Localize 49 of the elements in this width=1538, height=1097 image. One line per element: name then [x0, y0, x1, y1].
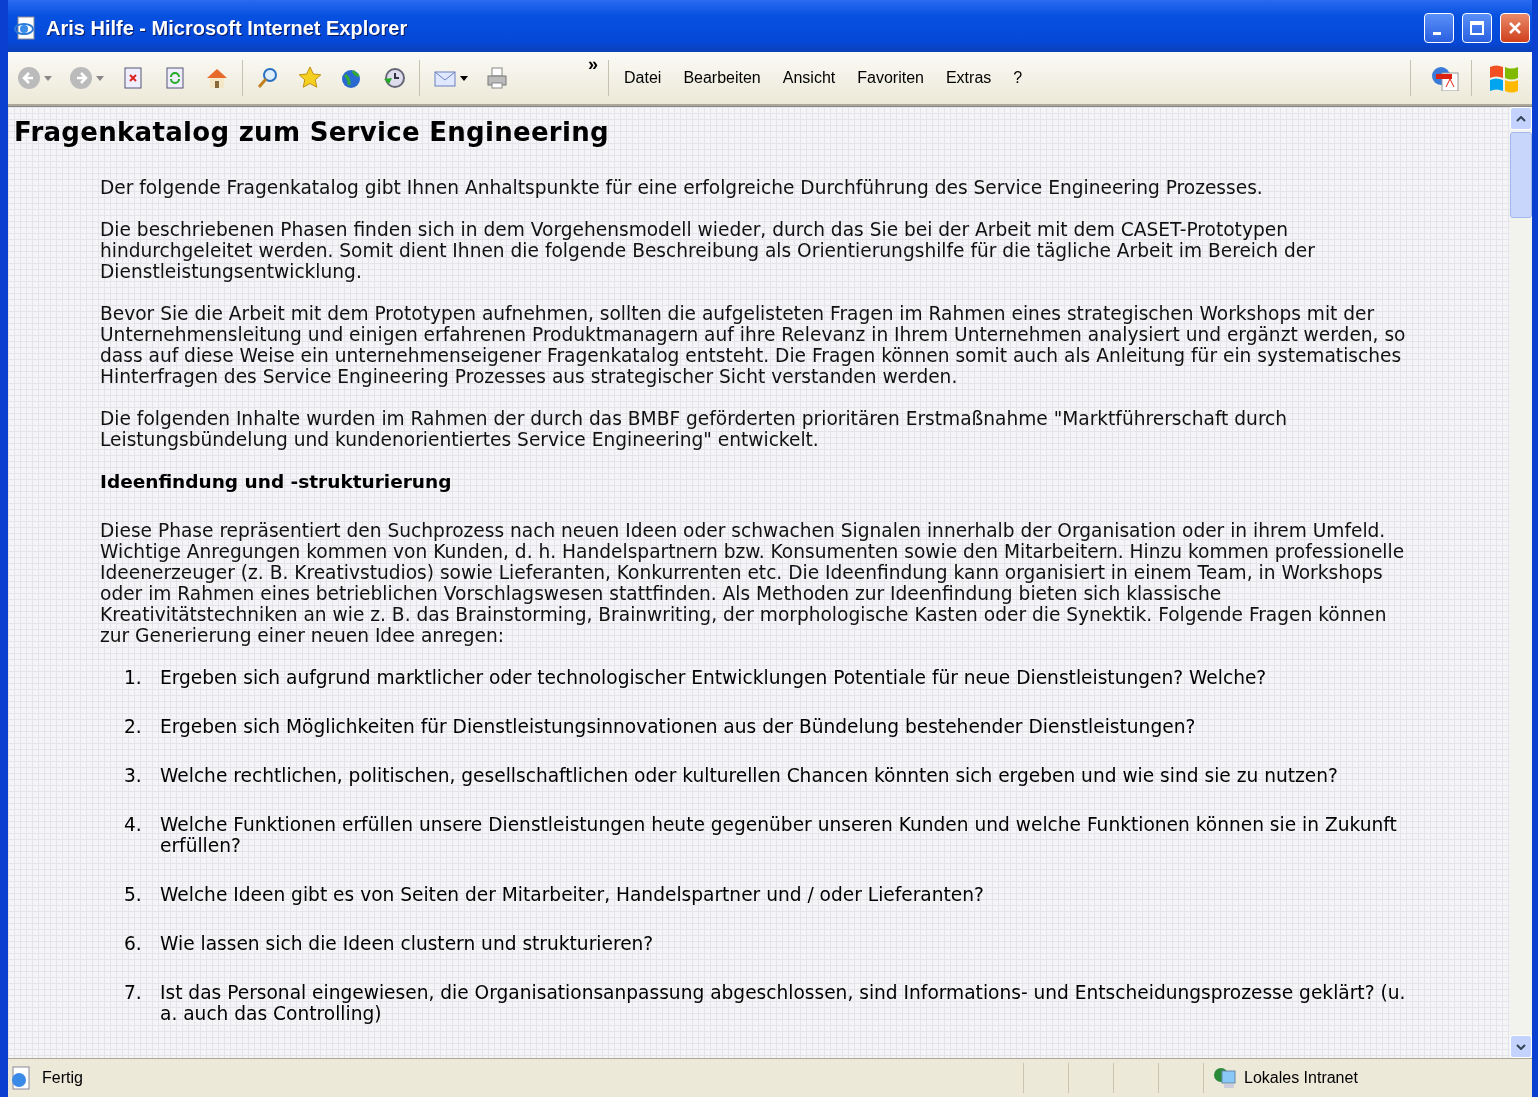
list-number: 5. — [124, 884, 143, 905]
scroll-down-button[interactable] — [1510, 1035, 1532, 1058]
scroll-up-button[interactable] — [1510, 107, 1532, 130]
paragraph: Die beschriebenen Phasen finden sich in dem Vorgehensmodell wieder, durch das Sie bei der Arbeit mit dem CASET-Prototypen hindurchgeleitet werden. Somit dient Ihnen die folgende Beschreibung als Orientierungshilfe für die tägliche Arbeit im Bereich der Dienstleistungsentwicklung. — [100, 219, 1316, 282]
computer-icon — [1212, 1065, 1238, 1091]
paragraph: Der folgende Fragenkatalog gibt Ihnen Anhaltspunkte für eine erfolgreiche Durchführung des Service Engineering Prozesses. — [100, 177, 1264, 198]
zone-text: Lokales Intranet — [1244, 1069, 1358, 1087]
paragraph: Bevor Sie die Arbeit mit dem Prototypen aufnehmen, sollten die aufgelisteten Fragen im Rahmen eines strategischen Workshops mit der Unternehmensleitung und einigen erfahrenen Produktmanagern auf ihre Relevanz in Ihrem Unternehmen analysiert und ergänzt werden, so dass auf diese Weise ein unternehmenseigener Fragenkatalog entsteht. Die Fragen können somit auch als Anleitung für ein systematisches Hinterfragen des Service Engineering Prozesses aus strategischer Sicht verstanden werden. — [100, 303, 1407, 387]
minimize-button[interactable] — [1424, 13, 1454, 43]
list-number: 7. — [124, 982, 143, 1005]
paragraph: Die folgenden Inhalte wurden im Rahmen der durch das BMBF geförderten prioritären Erstmaßnahme "Marktführerschaft durch Leistungsbündelung und kundenorientiertes Service Engineering" entwickelt. — [100, 408, 1289, 450]
question-text: Welche rechtlichen, politischen, gesellschaftlichen oder kulturellen Chancen könnten sich ergeben und wie sind sie zu nutzen? — [160, 765, 1338, 786]
more-tools-button[interactable]: » — [582, 54, 604, 75]
forward-icon — [68, 65, 94, 91]
caret-icon — [96, 75, 104, 81]
list-number: 2. — [124, 716, 143, 737]
page-heading: Fragenkatalog zum Service Engineering — [14, 117, 610, 147]
menu-item[interactable]: Extras — [934, 65, 1003, 91]
paragraph: Diese Phase repräsentiert den Suchprozess nach neuen Ideen oder schwachen Signalen innerhalb der Organisation oder in ihrem Umfeld. Wichtige Anregungen kommen von Kunden, d. h. Handelspartnern bzw. Konsumenten sowie den Mitarbeitern. Hinzu kommen professionelle Ideenerzeuger (z. B. Kreativstudios) sowie Lieferanten, Konkurrenten etc. Die Ideenfindung kann organisiert in einem Team, in Workshops oder im Rahmen eines betrieblichen Vorschlagswesen stattfinden. Als Methoden zur Ideenfindung bieten sich klassische Kreativitätstechniken an wie z. B. das Brainstorming, Brainwriting, der morphologische Kasten oder die Synektik. Folgende Fragen können zur Generierung einer neuen Idee anregen: — [100, 520, 1406, 646]
question-text: Welche Funktionen erfüllen unsere Dienstleistungen heute gegenüber unseren Kunden und welche Funktionen können sie in Zukunft erfüllen? — [160, 814, 1398, 856]
menu-item[interactable]: Ansicht — [771, 65, 847, 91]
question-text: Ergeben sich aufgrund marktlicher oder technologischer Entwicklungen Potentiale für neue Dienstleistungen? Welche? — [160, 667, 1267, 688]
question-text: Welche Ideen gibt es von Seiten der Mitarbeiter, Handelspartner und / oder Lieferanten? — [160, 884, 984, 905]
list-number: 1. — [124, 667, 143, 688]
printer-icon — [484, 65, 510, 91]
status-text: Fertig — [41, 1069, 84, 1087]
maximize-icon — [1469, 20, 1485, 36]
list-number: 4. — [124, 814, 143, 837]
list-number: 3. — [124, 765, 143, 786]
maximize-button[interactable] — [1462, 13, 1492, 43]
list-number: 6. — [124, 933, 143, 954]
question-text: Wie lassen sich die Ideen clustern und strukturieren? — [160, 933, 654, 954]
window-title: Aris Hilfe - Microsoft Internet Explorer — [46, 16, 409, 40]
close-button[interactable] — [1500, 13, 1530, 43]
star-icon — [297, 65, 323, 91]
minimize-icon — [1433, 31, 1441, 35]
menu-item[interactable]: ? — [1002, 65, 1034, 91]
menu-item[interactable]: Datei — [613, 65, 673, 91]
caret-icon — [44, 75, 52, 81]
menu-item[interactable]: Favoriten — [846, 65, 935, 91]
question-text: Ist das Personal eingewiesen, die Organisationsanpassung abgeschlossen, sind Informations- und Entscheidungsprozesse geklärt? (u. a. auch das Controlling) — [160, 982, 1407, 1024]
section-heading: Ideenfindung und -strukturierung — [100, 471, 453, 492]
caret-icon — [460, 75, 468, 81]
question-text: Ergeben sich Möglichkeiten für Dienstleistungsinnovationen aus der Bündelung bestehender Dienstleistungen? — [160, 716, 1196, 737]
back-icon — [16, 65, 42, 91]
scrollbar-thumb[interactable] — [1510, 132, 1532, 218]
close-icon — [1507, 20, 1523, 36]
menu-item[interactable]: Bearbeiten — [672, 65, 772, 91]
browser-icon — [12, 15, 38, 41]
